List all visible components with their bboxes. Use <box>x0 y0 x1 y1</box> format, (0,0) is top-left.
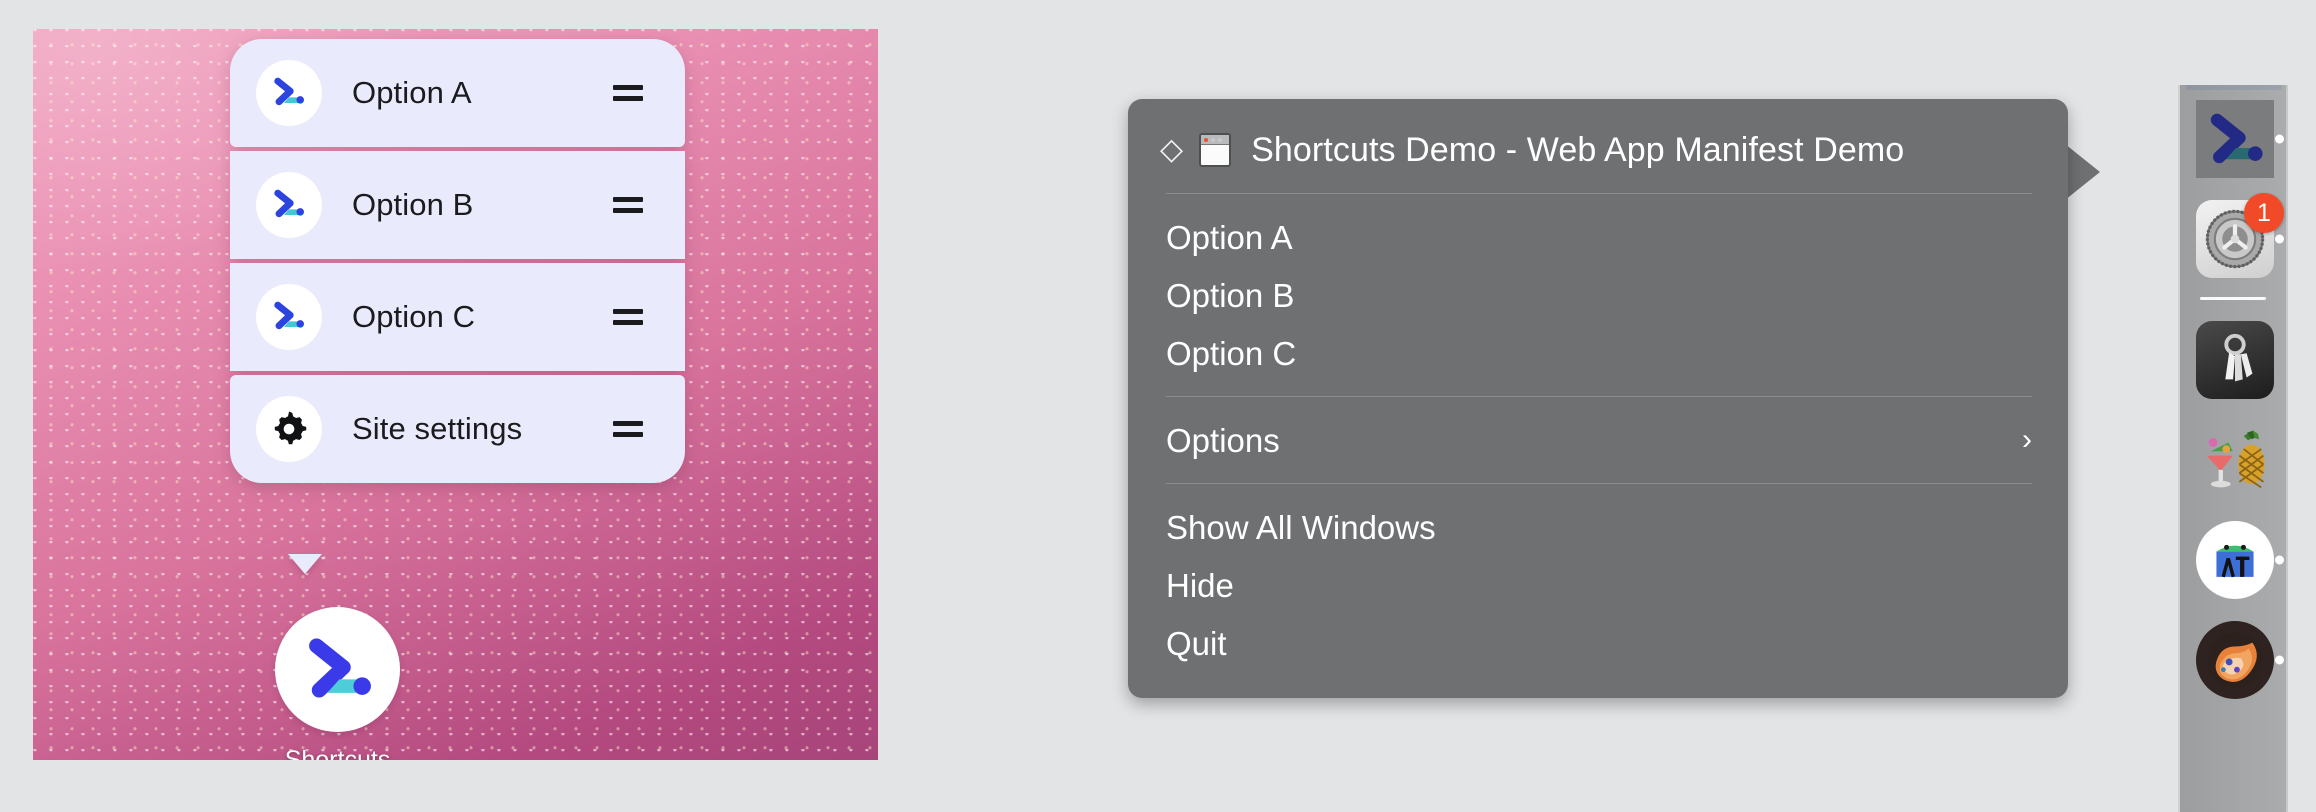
dock-item-android-studio[interactable] <box>2180 512 2290 608</box>
running-indicator-dot <box>2275 135 2284 144</box>
dock-item-firefox-nightly[interactable] <box>2180 612 2290 708</box>
diamond-icon: ◇ <box>1160 135 1183 165</box>
running-indicator-dot <box>2275 656 2284 665</box>
app-shortcut-menu: Option A Option B Opti <box>230 39 685 483</box>
drag-handle-icon[interactable] <box>613 85 643 101</box>
menu-item-label: Hide <box>1166 569 1234 602</box>
pineapple-cocktail-icon[interactable] <box>2196 421 2274 499</box>
keychain-icon[interactable] <box>2196 321 2274 399</box>
shortcut-menu-item-label: Site settings <box>352 411 522 447</box>
dock-item-shortcuts[interactable] <box>2180 91 2290 187</box>
macos-dock: 1 <box>2178 85 2288 812</box>
shortcut-menu-item-label: Option A <box>352 75 472 111</box>
app-shortcut-label: Shortcuts <box>275 746 400 760</box>
drag-handle-icon[interactable] <box>613 421 643 437</box>
browser-window-icon <box>1199 133 1231 167</box>
shortcut-menu-pointer <box>288 554 322 574</box>
dock-menu-item-show-all-windows[interactable]: Show All Windows <box>1128 498 2068 556</box>
shortcuts-app-icon <box>256 284 322 350</box>
android-studio-icon[interactable] <box>2196 521 2274 599</box>
dock-menu-title-row: ◇ Shortcuts Demo - Web App Manifest Demo <box>1128 121 2068 179</box>
dock-menu-item-option-c[interactable]: Option C <box>1128 324 2068 382</box>
menu-separator <box>1166 193 2032 194</box>
shortcuts-app-icon <box>256 60 322 126</box>
dock-item-system-settings[interactable]: 1 <box>2180 191 2290 287</box>
shortcut-menu-item-label: Option B <box>352 187 473 223</box>
notification-badge: 1 <box>2244 193 2284 233</box>
home-screen-app-shortcut[interactable]: Shortcuts <box>275 607 400 760</box>
drag-handle-icon[interactable] <box>613 309 643 325</box>
dock-separator <box>2200 297 2266 300</box>
shortcut-menu-item-option-a[interactable]: Option A <box>230 39 685 147</box>
menu-separator <box>1166 396 2032 397</box>
shortcut-menu-item-option-b[interactable]: Option B <box>230 151 685 259</box>
shortcuts-app-icon <box>256 172 322 238</box>
menu-item-label: Show All Windows <box>1166 511 1436 544</box>
dock-menu-item-option-b[interactable]: Option B <box>1128 266 2068 324</box>
dock-context-menu: ◇ Shortcuts Demo - Web App Manifest Demo… <box>1128 99 2068 698</box>
shortcut-menu-item-site-settings[interactable]: Site settings <box>230 375 685 483</box>
android-launcher-wallpaper: Option A Option B Opti <box>33 29 878 760</box>
dock-menu-title: Shortcuts Demo - Web App Manifest Demo <box>1251 131 1904 170</box>
menu-item-label: Option C <box>1166 337 1296 370</box>
chevron-right-icon: › <box>2022 425 2032 455</box>
gear-icon <box>256 396 322 462</box>
drag-handle-icon[interactable] <box>613 197 643 213</box>
shortcut-menu-item-label: Option C <box>352 299 475 335</box>
dock-menu-item-quit[interactable]: Quit <box>1128 614 2068 672</box>
menu-item-label: Option A <box>1166 221 1293 254</box>
menu-item-label: Options <box>1166 424 1280 457</box>
dock-menu-item-options[interactable]: Options › <box>1128 411 2068 469</box>
dock-item-keychain-access[interactable] <box>2180 312 2290 408</box>
dock-menu-item-option-a[interactable]: Option A <box>1128 208 2068 266</box>
shortcut-menu-item-option-c[interactable]: Option C <box>230 263 685 371</box>
menu-item-label: Quit <box>1166 627 1227 660</box>
dock-menu-item-hide[interactable]: Hide <box>1128 556 2068 614</box>
menu-item-label: Option B <box>1166 279 1294 312</box>
firefox-icon[interactable] <box>2196 621 2274 699</box>
shortcuts-app-icon[interactable] <box>275 607 400 732</box>
menu-separator <box>1166 483 2032 484</box>
running-indicator-dot <box>2275 235 2284 244</box>
dock-item-fruits[interactable] <box>2180 412 2290 508</box>
running-indicator-dot <box>2275 556 2284 565</box>
shortcuts-app-icon[interactable] <box>2196 100 2274 178</box>
